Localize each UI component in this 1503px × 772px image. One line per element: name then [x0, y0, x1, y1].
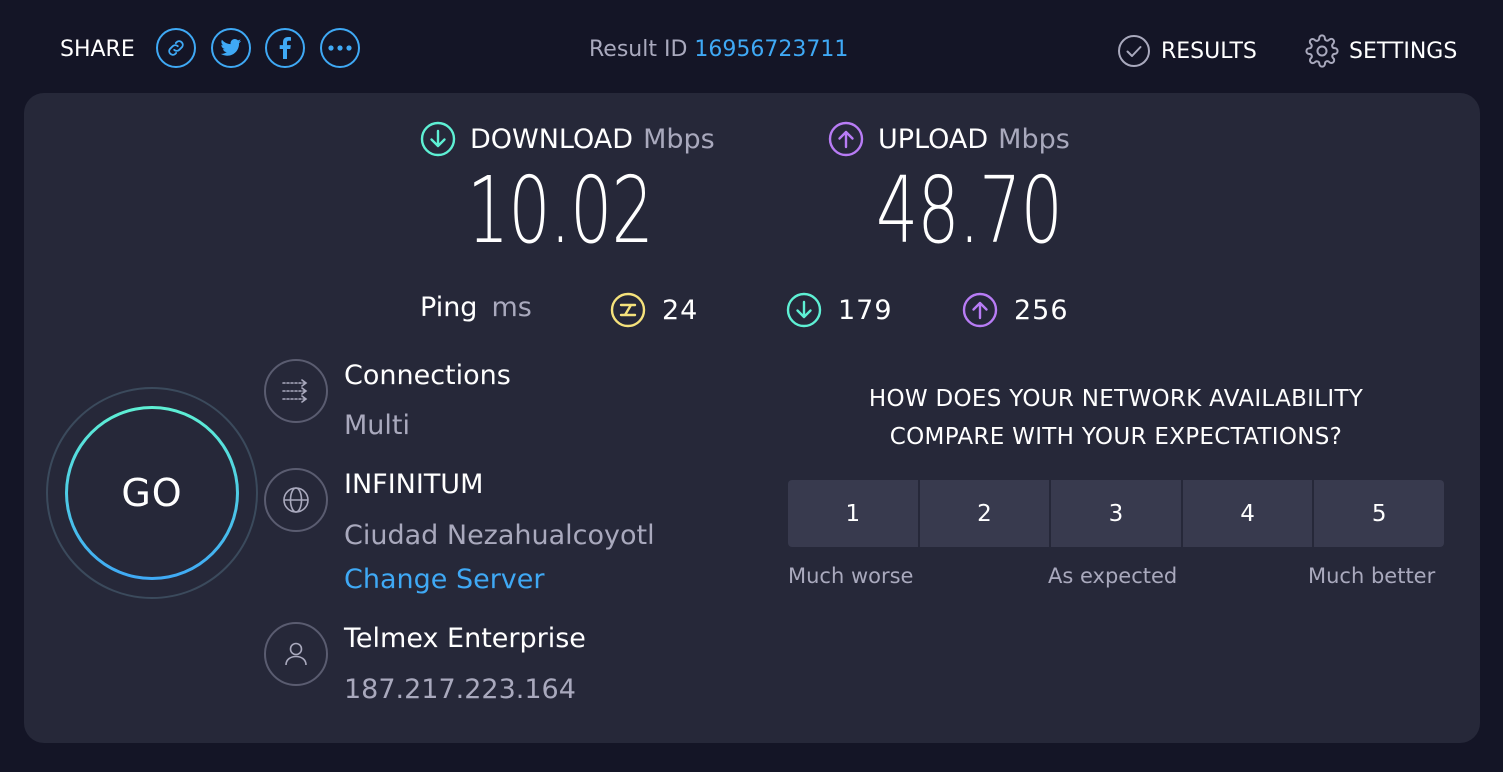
download-value: 10.02 — [467, 157, 654, 264]
settings-label: SETTINGS — [1349, 38, 1458, 64]
ping-idle-value: 24 — [662, 294, 699, 326]
ping-idle-stat: 24 — [610, 292, 698, 328]
connections-icon — [282, 379, 308, 403]
upload-unit: Mbps — [998, 123, 1070, 155]
results-label: RESULTS — [1161, 38, 1257, 64]
download-header: DOWNLOAD Mbps — [420, 121, 715, 157]
ping-download-stat: 179 — [786, 292, 893, 328]
gear-icon — [1305, 34, 1339, 68]
rating-button-3[interactable]: 3 — [1051, 480, 1183, 547]
scale-mid-label: As expected — [1048, 564, 1178, 588]
connections-title: Connections — [344, 360, 511, 391]
ping-download-value: 179 — [838, 294, 893, 326]
ping-label: Ping — [420, 292, 478, 323]
rating-options: 1 2 3 4 5 — [788, 480, 1444, 547]
ping-upload-stat: 256 — [962, 292, 1069, 328]
rating-button-2[interactable]: 2 — [919, 480, 1052, 547]
upload-value: 48.70 — [876, 157, 1063, 264]
change-server-link[interactable]: Change Server — [344, 564, 545, 595]
share-more-button[interactable] — [320, 28, 360, 68]
share-label: SHARE — [60, 37, 135, 62]
rating-button-4[interactable]: 4 — [1182, 480, 1315, 547]
download-arrow-icon — [420, 121, 456, 157]
upload-arrow-icon — [962, 292, 998, 328]
provider-ip: 187.217.223.164 — [344, 674, 576, 705]
user-icon — [285, 642, 307, 666]
scale-high-label: Much better — [1308, 564, 1436, 588]
share-twitter-button[interactable] — [211, 28, 251, 68]
user-icon-wrap — [264, 622, 328, 686]
facebook-icon — [279, 37, 291, 59]
server-name: INFINITUM — [344, 469, 484, 500]
share-facebook-button[interactable] — [265, 28, 305, 68]
globe-icon-wrap — [264, 468, 328, 532]
share-link-button[interactable] — [156, 28, 196, 68]
download-label: DOWNLOAD — [470, 123, 634, 155]
ping-label-group: Ping ms — [420, 292, 532, 323]
upload-label: UPLOAD — [878, 123, 989, 155]
ping-upload-value: 256 — [1014, 294, 1069, 326]
connections-icon-wrap — [264, 359, 328, 423]
check-circle-icon — [1118, 35, 1150, 67]
go-button[interactable]: GO — [65, 406, 239, 580]
globe-icon — [283, 487, 309, 513]
ping-idle-icon — [610, 292, 646, 328]
ping-unit: ms — [491, 292, 532, 323]
connections-value[interactable]: Multi — [344, 410, 410, 441]
link-icon — [168, 40, 184, 56]
download-arrow-icon — [786, 292, 822, 328]
rating-button-1[interactable]: 1 — [788, 480, 920, 547]
results-nav-button[interactable]: RESULTS — [1117, 34, 1257, 68]
scale-low-label: Much worse — [788, 564, 914, 588]
settings-nav-button[interactable]: SETTINGS — [1305, 34, 1457, 68]
rating-button-5[interactable]: 5 — [1314, 480, 1444, 547]
provider-name: Telmex Enterprise — [344, 623, 586, 654]
result-id: Result ID 16956723711 — [589, 37, 848, 62]
twitter-icon — [220, 39, 242, 56]
server-location: Ciudad Nezahualcoyotl — [344, 520, 655, 551]
survey-question: HOW DOES YOUR NETWORK AVAILABILITY COMPA… — [788, 380, 1444, 456]
upload-header: UPLOAD Mbps — [828, 121, 1070, 157]
result-id-label: Result ID — [589, 37, 688, 62]
survey-question-line2: COMPARE WITH YOUR EXPECTATIONS? — [889, 424, 1343, 450]
survey-question-line1: HOW DOES YOUR NETWORK AVAILABILITY — [868, 386, 1364, 412]
more-icon — [328, 45, 352, 51]
upload-arrow-icon — [828, 121, 864, 157]
result-id-link[interactable]: 16956723711 — [694, 37, 848, 62]
download-unit: Mbps — [643, 123, 715, 155]
